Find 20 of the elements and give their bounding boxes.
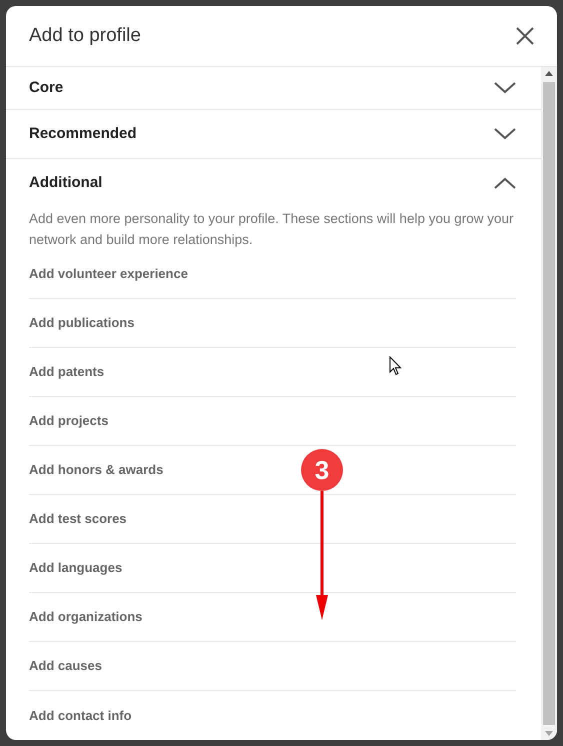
add-section-link[interactable]: Add test scores — [29, 495, 516, 544]
arrow-icon — [314, 491, 330, 620]
chevron-down-icon — [494, 82, 516, 94]
add-section-link[interactable]: Add languages — [29, 544, 516, 593]
chevron-up-icon — [494, 177, 516, 189]
add-section-link[interactable]: Add publications — [29, 299, 516, 348]
add-section-link[interactable]: Add contact info — [29, 691, 516, 740]
dialog-title: Add to profile — [29, 24, 141, 48]
add-section-link[interactable]: Add causes — [29, 642, 516, 691]
scrollbar[interactable] — [541, 67, 557, 740]
section-header[interactable]: Additional — [6, 159, 541, 207]
chevron-down-icon — [494, 128, 516, 140]
add-section-link[interactable]: Add projects — [29, 397, 516, 446]
add-section-link[interactable]: Add volunteer experience — [29, 250, 516, 299]
close-icon[interactable] — [515, 26, 535, 46]
section-header[interactable]: Recommended — [6, 110, 541, 158]
section-description: Add even more personality to your profile. These sections will help you grow your network and build more relationships. — [29, 210, 514, 249]
cursor-icon — [389, 356, 402, 376]
scroll-up-icon[interactable] — [545, 71, 553, 76]
section-header[interactable]: Core — [6, 67, 541, 109]
